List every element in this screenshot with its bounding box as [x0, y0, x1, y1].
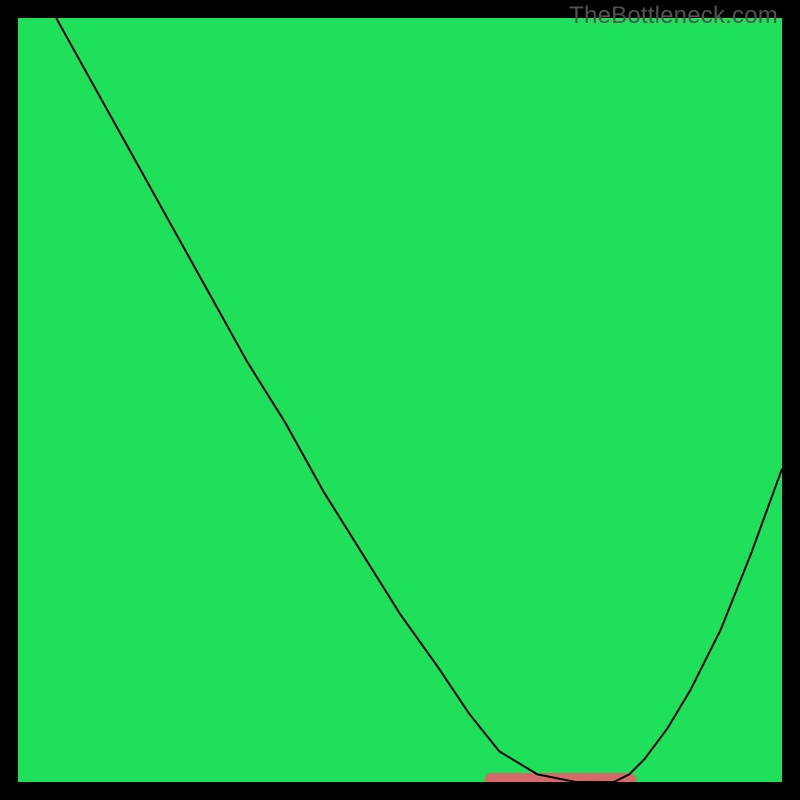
chart-frame	[18, 18, 782, 782]
bottleneck-chart	[18, 18, 782, 782]
watermark-text: TheBottleneck.com	[569, 2, 778, 30]
heatmap-background	[18, 18, 782, 782]
